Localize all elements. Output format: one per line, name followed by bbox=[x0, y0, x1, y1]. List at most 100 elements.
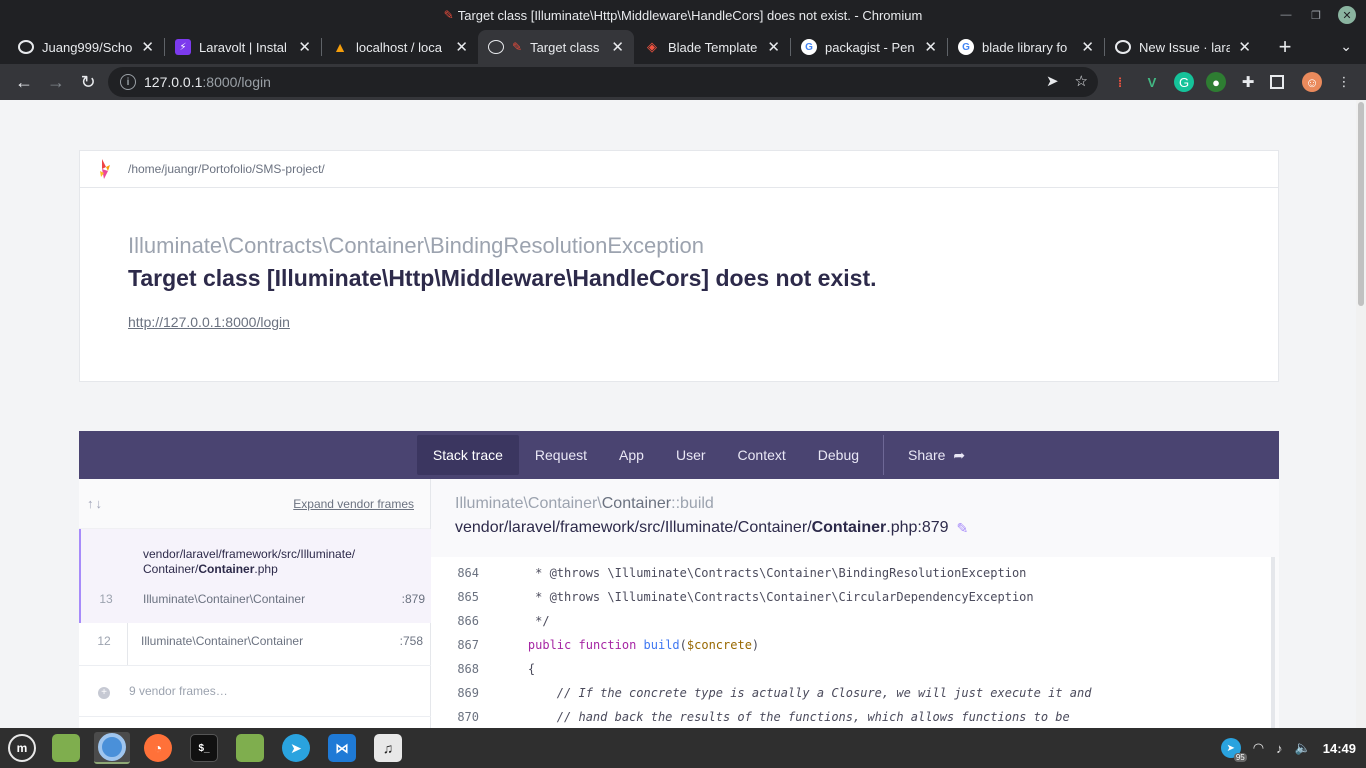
edit-pencil-icon[interactable]: ✎ bbox=[957, 520, 969, 537]
frame-group-selected[interactable]: vendor/laravel/framework/src/Illuminate/… bbox=[79, 529, 431, 623]
site-info-icon[interactable]: i bbox=[120, 74, 136, 90]
taskbar-telegram[interactable]: ➤ bbox=[278, 732, 314, 764]
grammarly-icon[interactable]: G bbox=[1174, 72, 1194, 92]
tab-3[interactable]: ✎ Target class ✕ bbox=[478, 30, 634, 64]
tab-0[interactable]: Juang999/Scho ✕ bbox=[8, 30, 164, 64]
laravel-extension-icon[interactable]: ⁞ bbox=[1110, 72, 1130, 92]
tab-label: localhost / loca bbox=[356, 39, 442, 55]
frame-number: 12 bbox=[97, 634, 111, 648]
wifi-icon[interactable]: ◠ bbox=[1253, 740, 1264, 756]
close-tab-icon[interactable]: ✕ bbox=[141, 38, 154, 56]
taskbar-firefox[interactable]: ◔ bbox=[140, 732, 176, 764]
telegram-tray-icon[interactable]: ➤ 95 bbox=[1220, 738, 1247, 762]
keyword: public bbox=[527, 638, 572, 652]
green-extension-icon[interactable]: ● bbox=[1206, 72, 1226, 92]
frame-navigation-arrows-icon[interactable]: ↑↓ bbox=[87, 496, 104, 511]
tab-6[interactable]: G blade library fo ✕ bbox=[948, 30, 1104, 64]
vue-devtools-icon[interactable]: V bbox=[1142, 72, 1162, 92]
pencil-icon: ✎ bbox=[512, 40, 523, 54]
close-tab-icon[interactable]: ✕ bbox=[767, 38, 780, 56]
page-scrollbar[interactable] bbox=[1356, 100, 1366, 728]
tab-label: blade library fo bbox=[982, 39, 1068, 55]
side-panel-icon[interactable] bbox=[1270, 75, 1284, 89]
frame-file-ext: .php bbox=[254, 562, 278, 576]
tab-context[interactable]: Context bbox=[722, 435, 802, 475]
taskbar-vscode[interactable]: ⋈ bbox=[324, 732, 360, 764]
tab-2[interactable]: ▲ localhost / loca ✕ bbox=[322, 30, 478, 64]
back-button[interactable]: ← bbox=[8, 66, 40, 98]
maximize-button[interactable]: ❐ bbox=[1308, 7, 1324, 23]
tab-user[interactable]: User bbox=[660, 435, 722, 475]
taskbar-music[interactable]: ♫ bbox=[370, 732, 406, 764]
taskbar-terminal[interactable]: $_ bbox=[186, 732, 222, 764]
exception-class-name: BindingResolutionException bbox=[430, 233, 704, 258]
frame-row-13[interactable]: 13 Illuminate\Container\Container :879 bbox=[81, 581, 433, 617]
taskbar-folder[interactable] bbox=[232, 732, 268, 764]
tab-5[interactable]: G packagist - Pen ✕ bbox=[791, 30, 947, 64]
close-tab-icon[interactable]: ✕ bbox=[1238, 38, 1251, 56]
share-label: Share bbox=[908, 447, 946, 463]
line-number: 868 bbox=[457, 662, 479, 676]
music-tray-icon[interactable]: ♪ bbox=[1276, 741, 1283, 756]
volume-icon[interactable]: 🔈 bbox=[1295, 740, 1311, 756]
minimize-button[interactable]: — bbox=[1278, 7, 1294, 23]
code-viewer: Illuminate\Container\Container::build ve… bbox=[431, 479, 1279, 728]
bookmark-star-icon[interactable]: ☆ bbox=[1075, 72, 1088, 90]
stack-trace-card: Stack trace Request App User Context Deb… bbox=[79, 431, 1279, 728]
telegram-icon: ➤ bbox=[282, 734, 310, 762]
pencil-icon: ✎ bbox=[443, 8, 454, 22]
taskbar-chromium[interactable] bbox=[94, 732, 130, 764]
address-bar[interactable]: i 127.0.0.1:8000/login ➤ ☆ bbox=[108, 67, 1098, 97]
clock[interactable]: 14:49 bbox=[1323, 741, 1356, 756]
tab-stack-trace[interactable]: Stack trace bbox=[416, 435, 519, 475]
tab-1[interactable]: ⚡ Laravolt | Instal ✕ bbox=[165, 30, 321, 64]
terminal-icon: $_ bbox=[190, 734, 218, 762]
exception-namespace: Illuminate\Contracts\Container\ bbox=[128, 233, 431, 258]
close-tab-icon[interactable]: ✕ bbox=[298, 38, 311, 56]
forward-button[interactable]: → bbox=[40, 66, 72, 98]
browser-menu-icon[interactable]: ⋮ bbox=[1334, 72, 1354, 92]
mint-menu-button[interactable]: m bbox=[4, 732, 40, 764]
profile-avatar[interactable]: ☺ bbox=[1302, 72, 1322, 92]
request-url-link[interactable]: http://127.0.0.1:8000/login bbox=[128, 314, 290, 330]
ignition-logo-icon bbox=[98, 159, 112, 179]
music-note-icon: ♫ bbox=[374, 734, 402, 762]
system-tray: ➤ 95 ◠ ♪ 🔈 14:49 bbox=[1220, 728, 1356, 768]
reload-button[interactable]: ↻ bbox=[72, 66, 104, 98]
tab-7[interactable]: New Issue · lara ✕ bbox=[1105, 30, 1261, 64]
share-button[interactable]: Share ➦ bbox=[892, 435, 981, 475]
close-tab-icon[interactable]: ✕ bbox=[455, 38, 468, 56]
tab-search-icon[interactable]: ⌄ bbox=[1340, 38, 1352, 55]
close-tab-icon[interactable]: ✕ bbox=[924, 38, 937, 56]
vscode-icon: ⋈ bbox=[328, 734, 356, 762]
tab-app[interactable]: App bbox=[603, 435, 660, 475]
new-tab-button[interactable]: + bbox=[1271, 30, 1299, 64]
page-viewport: /home/juangr/Portofolio/SMS-project/ Ill… bbox=[0, 100, 1366, 728]
frame-row-12[interactable]: 12 Illuminate\Container\Container :758 bbox=[79, 623, 431, 659]
close-tab-icon[interactable]: ✕ bbox=[611, 38, 624, 56]
laravolt-icon: ⚡ bbox=[175, 39, 191, 55]
send-icon[interactable]: ➤ bbox=[1046, 72, 1059, 90]
scrollbar-thumb[interactable] bbox=[1358, 102, 1364, 306]
folder-icon bbox=[52, 734, 80, 762]
line-source: // hand back the results of the function… bbox=[499, 710, 1070, 724]
share-arrow-icon: ➦ bbox=[953, 446, 966, 463]
taskbar-files[interactable] bbox=[48, 732, 84, 764]
expand-vendor-frames-link[interactable]: Expand vendor frames bbox=[293, 497, 414, 511]
code-line: 870 // hand back the results of the func… bbox=[431, 705, 1271, 728]
line-source: * @throws \Illuminate\Contracts\Containe… bbox=[499, 566, 1027, 580]
tab-request[interactable]: Request bbox=[519, 435, 603, 475]
code-line: 867 public function build($concrete) bbox=[431, 633, 1271, 657]
vendor-frames-toggle[interactable]: + 9 vendor frames… bbox=[79, 665, 431, 717]
tab-debug[interactable]: Debug bbox=[802, 435, 875, 475]
code-line: 864 * @throws \Illuminate\Contracts\Cont… bbox=[431, 561, 1271, 585]
close-tab-icon[interactable]: ✕ bbox=[1081, 38, 1094, 56]
close-window-button[interactable]: ✕ bbox=[1338, 6, 1356, 24]
method-class: Container bbox=[601, 495, 672, 512]
line-source: * @throws \Illuminate\Contracts\Containe… bbox=[499, 590, 1034, 604]
tab-4[interactable]: ◈ Blade Template ✕ bbox=[634, 30, 790, 64]
folder-icon bbox=[236, 734, 264, 762]
file-ext-line: .php:879 bbox=[886, 519, 949, 536]
exception-message: Target class [Illuminate\Http\Middleware… bbox=[128, 265, 877, 291]
extensions-puzzle-icon[interactable]: ✚ bbox=[1238, 72, 1258, 92]
